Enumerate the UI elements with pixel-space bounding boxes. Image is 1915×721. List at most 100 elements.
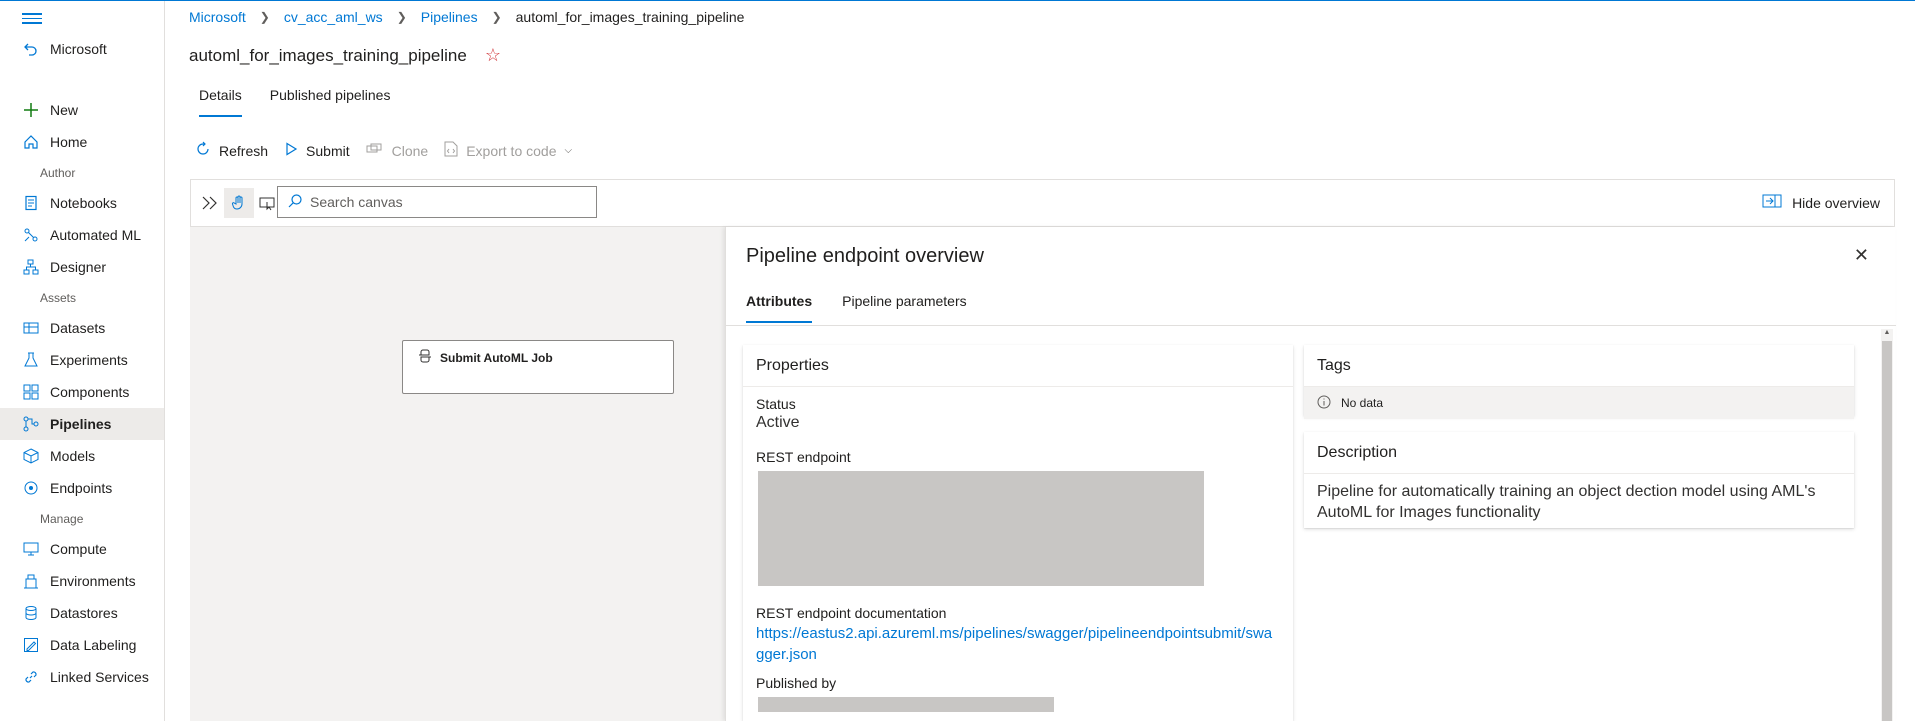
- sidebar-item-new[interactable]: New: [0, 94, 164, 126]
- chevron-down-icon: ⌵: [564, 145, 573, 156]
- search-canvas-box: [277, 186, 597, 218]
- plus-icon: [22, 101, 40, 119]
- sidebar-item-components[interactable]: Components: [0, 376, 164, 408]
- sidebar-item-label: Pipelines: [50, 416, 112, 432]
- overview-divider: [726, 325, 1896, 326]
- close-icon[interactable]: ✕: [1854, 245, 1869, 266]
- sidebar-item-datasets[interactable]: Datasets: [0, 312, 164, 344]
- breadcrumb: Microsoft ❯ cv_acc_aml_ws ❯ Pipelines ❯ …: [189, 9, 744, 25]
- sidebar-item-label: Datasets: [50, 320, 106, 336]
- section-manage: Manage: [40, 512, 84, 526]
- scroll-up-arrow-icon[interactable]: ▲: [1882, 329, 1892, 339]
- left-sidebar: Microsoft New Home Author Notebooks Auto…: [0, 1, 165, 721]
- overview-title: Pipeline endpoint overview: [746, 245, 984, 267]
- sidebar-item-automated-ml[interactable]: Automated ML: [0, 219, 164, 251]
- sidebar-workspace-back[interactable]: Microsoft: [0, 33, 164, 65]
- environment-icon: [22, 572, 40, 590]
- tab-details[interactable]: Details: [199, 87, 242, 117]
- dataset-icon: [22, 319, 40, 337]
- labeling-icon: [22, 636, 40, 654]
- sidebar-item-label: Compute: [50, 541, 107, 557]
- sidebar-item-label: New: [50, 102, 79, 118]
- sidebar-item-label: Notebooks: [50, 195, 117, 211]
- description-heading: Description: [1304, 432, 1854, 474]
- sidebar-item-home[interactable]: Home: [0, 126, 164, 158]
- rest-doc-link[interactable]: https://eastus2.api.azureml.ms/pipelines…: [756, 623, 1280, 665]
- info-icon: [1317, 395, 1331, 412]
- rest-doc-label: REST endpoint documentation: [756, 605, 947, 621]
- sidebar-item-label: Datastores: [50, 605, 118, 621]
- compute-icon: [22, 540, 40, 558]
- description-text: Pipeline for automatically training an o…: [1317, 483, 1816, 521]
- datastore-icon: [22, 604, 40, 622]
- breadcrumb-link[interactable]: Pipelines: [421, 9, 478, 25]
- sidebar-item-label: Home: [50, 134, 88, 150]
- sidebar-item-label: Experiments: [50, 352, 128, 368]
- overview-scrollbar[interactable]: ▲: [1881, 329, 1893, 721]
- chevron-right-icon: ❯: [396, 10, 407, 24]
- tab-pipeline-parameters[interactable]: Pipeline parameters: [842, 293, 967, 323]
- tab-attributes[interactable]: Attributes: [746, 293, 813, 323]
- model-icon: [22, 447, 40, 465]
- pipeline-node[interactable]: Submit AutoML Job: [402, 340, 674, 394]
- submit-button[interactable]: Submit: [284, 142, 350, 159]
- refresh-button[interactable]: Refresh: [195, 141, 268, 160]
- pipeline-canvas[interactable]: Submit AutoML Job: [190, 227, 725, 721]
- scrollbar-thumb[interactable]: [1882, 341, 1892, 721]
- node-label: Submit AutoML Job: [440, 350, 553, 365]
- status-label: Status: [756, 396, 796, 412]
- sidebar-item-endpoints[interactable]: Endpoints: [0, 472, 164, 504]
- sidebar-item-models[interactable]: Models: [0, 440, 164, 472]
- sidebar-item-label: Environments: [50, 573, 136, 589]
- workspace-label: Microsoft: [50, 41, 107, 57]
- automl-icon: [22, 226, 40, 244]
- home-icon: [22, 133, 40, 151]
- hide-overview-button[interactable]: Hide overview: [1762, 194, 1880, 211]
- sidebar-item-compute[interactable]: Compute: [0, 533, 164, 565]
- search-icon: [288, 193, 302, 211]
- sidebar-item-label: Components: [50, 384, 130, 400]
- flask-icon: [22, 351, 40, 369]
- export-to-code-button[interactable]: Export to code ⌵: [444, 141, 572, 160]
- tab-published-pipelines[interactable]: Published pipelines: [270, 87, 391, 117]
- designer-icon: [22, 258, 40, 276]
- overview-tabs: Attributes Pipeline parameters: [746, 293, 967, 323]
- sidebar-item-notebooks[interactable]: Notebooks: [0, 187, 164, 219]
- sidebar-item-data-labeling[interactable]: Data Labeling: [0, 629, 164, 661]
- sidebar-item-label: Designer: [50, 259, 107, 275]
- refresh-label: Refresh: [219, 142, 269, 159]
- breadcrumb-current: automl_for_images_training_pipeline: [515, 9, 745, 25]
- search-canvas-input[interactable]: [310, 194, 580, 210]
- play-icon: [284, 142, 298, 159]
- export-label: Export to code: [466, 142, 557, 159]
- sidebar-item-label: Models: [50, 448, 96, 464]
- pipeline-endpoint-overview-panel: Pipeline endpoint overview ✕ Attributes …: [725, 227, 1896, 721]
- sidebar-item-experiments[interactable]: Experiments: [0, 344, 164, 376]
- sidebar-item-linked-services[interactable]: Linked Services: [0, 661, 164, 693]
- sidebar-item-designer[interactable]: Designer: [0, 251, 164, 283]
- notebook-icon: [22, 194, 40, 212]
- tags-empty-row: No data: [1304, 387, 1854, 419]
- tags-heading: Tags: [1304, 345, 1854, 387]
- endpoint-icon: [22, 479, 40, 497]
- pan-hand-icon[interactable]: [224, 188, 254, 218]
- page-tabs: Details Published pipelines: [199, 87, 390, 117]
- hamburger-menu-icon[interactable]: [22, 10, 42, 26]
- clone-icon: [366, 142, 384, 159]
- sidebar-item-datastores[interactable]: Datastores: [0, 597, 164, 629]
- refresh-icon: [195, 141, 211, 160]
- submit-label: Submit: [306, 142, 350, 159]
- link-icon: [22, 668, 40, 686]
- clone-label: Clone: [391, 142, 429, 159]
- pipeline-icon: [22, 415, 40, 433]
- star-favorite-icon[interactable]: ☆: [485, 45, 501, 66]
- title-row: automl_for_images_training_pipeline ☆: [189, 45, 501, 66]
- expand-double-chevron-icon[interactable]: [195, 188, 225, 218]
- clone-button[interactable]: Clone: [366, 142, 429, 159]
- breadcrumb-link[interactable]: Microsoft: [189, 9, 246, 25]
- breadcrumb-link[interactable]: cv_acc_aml_ws: [284, 9, 383, 25]
- sidebar-item-pipelines[interactable]: Pipelines: [0, 408, 164, 440]
- python-step-icon: [418, 349, 432, 366]
- sidebar-item-label: Endpoints: [50, 480, 113, 496]
- sidebar-item-environments[interactable]: Environments: [0, 565, 164, 597]
